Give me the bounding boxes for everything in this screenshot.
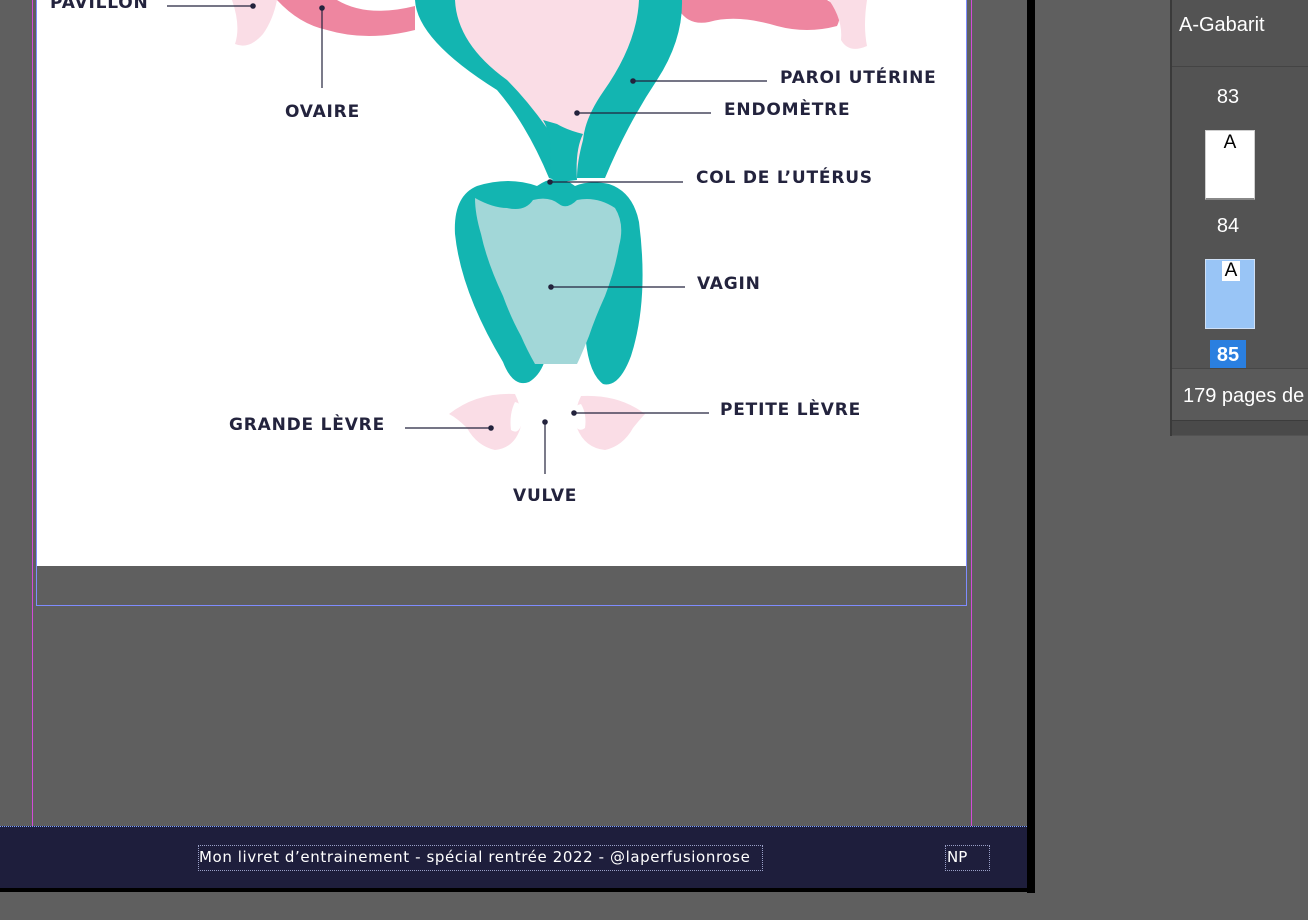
document-canvas: PAVILLON OVAIRE PAROI UTÉRINE ENDOMÈTRE … <box>0 0 1032 890</box>
pages-panel-status: 179 pages de <box>1172 368 1308 421</box>
footer-bar: Mon livret d’entrainement - spécial rent… <box>0 826 1027 889</box>
page-thumbnail-84[interactable]: A <box>1205 259 1255 329</box>
label-petite-levre: PETITE LÈVRE <box>720 398 861 420</box>
page-number-83: 83 <box>1216 86 1240 108</box>
left-ovary-shape <box>277 0 415 36</box>
master-letter-83: A <box>1223 132 1237 153</box>
master-page-label: A-Gabarit <box>1179 14 1265 36</box>
page-number-marker[interactable]: NP <box>945 845 990 871</box>
label-vulve: VULVE <box>513 486 577 506</box>
anatomy-diagram: PAVILLON OVAIRE PAROI UTÉRINE ENDOMÈTRE … <box>50 0 937 506</box>
label-endometre: ENDOMÈTRE <box>724 98 850 120</box>
page-number-85-current[interactable]: 85 <box>1210 340 1246 370</box>
document-edge-right <box>1027 0 1035 893</box>
label-pavillon: PAVILLON <box>50 0 149 13</box>
master-page-item[interactable]: A-Gabarit <box>1172 0 1308 67</box>
label-grande-levre: GRANDE LÈVRE <box>229 413 385 435</box>
label-ovaire: OVAIRE <box>285 102 360 122</box>
document-edge-bottom <box>0 888 1035 892</box>
right-ovary-shape <box>679 0 840 30</box>
document-page[interactable]: PAVILLON OVAIRE PAROI UTÉRINE ENDOMÈTRE … <box>37 0 967 566</box>
footer-text-frame[interactable]: Mon livret d’entrainement - spécial rent… <box>198 845 764 871</box>
page-thumbnail-83[interactable]: A <box>1205 130 1255 200</box>
page-count-text: 179 pages de <box>1183 385 1305 407</box>
label-col-uterus: COL DE L’UTÉRUS <box>696 166 873 188</box>
pages-panel-toolbar <box>1172 420 1308 435</box>
label-paroi-uterine: PAROI UTÉRINE <box>780 66 937 88</box>
page-number-84: 84 <box>1216 215 1240 237</box>
labia-right-shape <box>575 395 645 450</box>
pages-panel: A-Gabarit 83 A 84 A 85 179 pages de <box>1170 0 1308 436</box>
master-letter-84: A <box>1222 261 1240 281</box>
label-vagin: VAGIN <box>697 274 761 294</box>
